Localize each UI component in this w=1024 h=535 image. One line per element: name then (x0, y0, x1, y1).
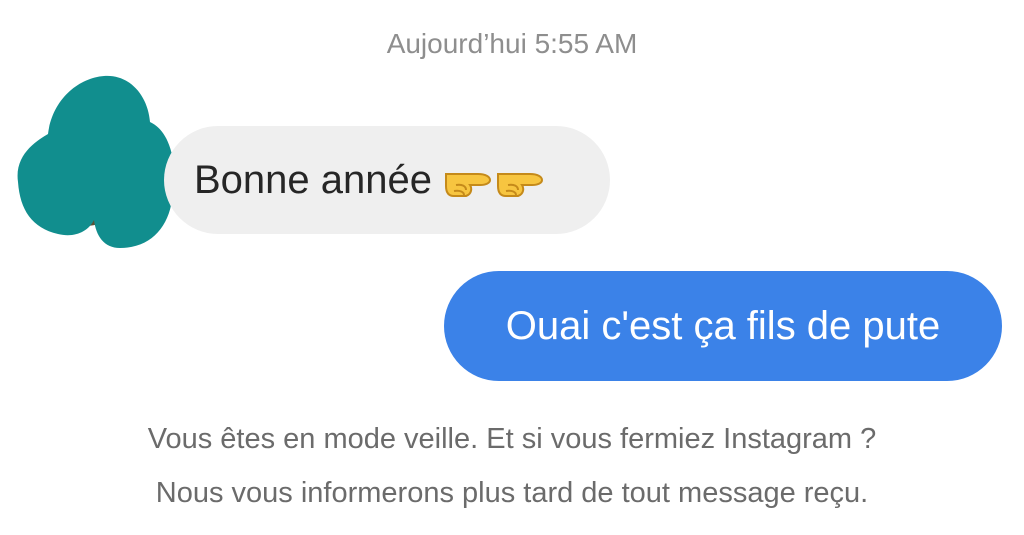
avatar[interactable] (8, 70, 178, 252)
emoji-group (442, 160, 546, 200)
message-timestamp: Aujourd’hui 5:55 AM (386, 28, 638, 59)
outgoing-message-bubble[interactable]: Ouai c'est ça fils de pute (444, 271, 1002, 381)
avatar-redaction-scribble (17, 75, 175, 249)
incoming-message-bubble[interactable]: Bonne année (164, 126, 610, 234)
outgoing-message-text: Ouai c'est ça fils de pute (505, 303, 941, 348)
sleep-mode-notice-line-1: Vous êtes en mode veille. Et si vous fer… (147, 423, 877, 455)
pointing-right-emoji-icon (497, 173, 544, 197)
pointing-right-emoji-icon (445, 173, 492, 197)
incoming-message-text: Bonne année (194, 157, 433, 202)
sleep-mode-notice-line-2: Nous vous informerons plus tard de tout … (155, 477, 869, 509)
